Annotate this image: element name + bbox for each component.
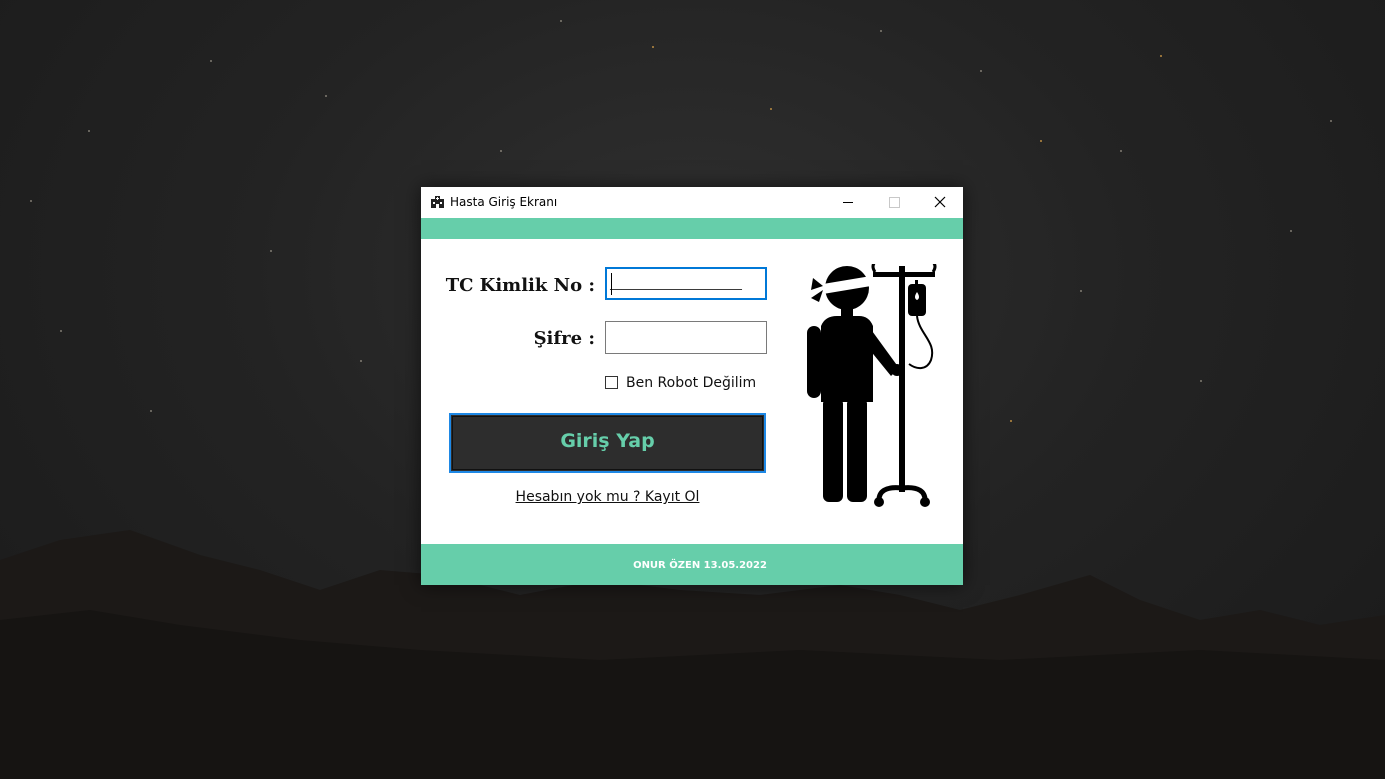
- footer-band: ONUR ÖZEN 13.05.2022: [421, 544, 963, 585]
- maximize-button[interactable]: [871, 187, 917, 218]
- close-button[interactable]: [917, 187, 963, 218]
- minimize-button[interactable]: [825, 187, 871, 218]
- header-band: [421, 218, 963, 239]
- window-title: Hasta Giriş Ekranı: [450, 195, 558, 209]
- close-icon: [934, 196, 946, 208]
- robot-checkbox[interactable]: [605, 376, 618, 389]
- login-button[interactable]: Giriş Yap: [449, 413, 766, 473]
- footer-credit: ONUR ÖZEN 13.05.2022: [633, 560, 767, 571]
- hospital-icon: [430, 195, 445, 213]
- title-bar[interactable]: Hasta Giriş Ekranı: [421, 187, 963, 218]
- login-window: Hasta Giriş Ekranı TC Kimlik No : ______…: [421, 187, 963, 585]
- password-label: Şifre :: [533, 328, 595, 349]
- tc-kimlik-input[interactable]: ___________: [605, 267, 767, 300]
- robot-checkbox-label[interactable]: Ben Robot Değilim: [626, 375, 756, 391]
- register-link[interactable]: Hesabın yok mu ? Kayıt Ol: [449, 489, 766, 505]
- minimize-icon: [843, 202, 853, 203]
- text-caret: [611, 273, 612, 295]
- tc-kimlik-label: TC Kimlik No :: [445, 275, 595, 296]
- patient-with-iv-drip-icon: [807, 264, 937, 507]
- maximize-icon: [889, 197, 900, 208]
- tc-kimlik-value: ___________: [610, 272, 743, 295]
- password-input[interactable]: [605, 321, 767, 354]
